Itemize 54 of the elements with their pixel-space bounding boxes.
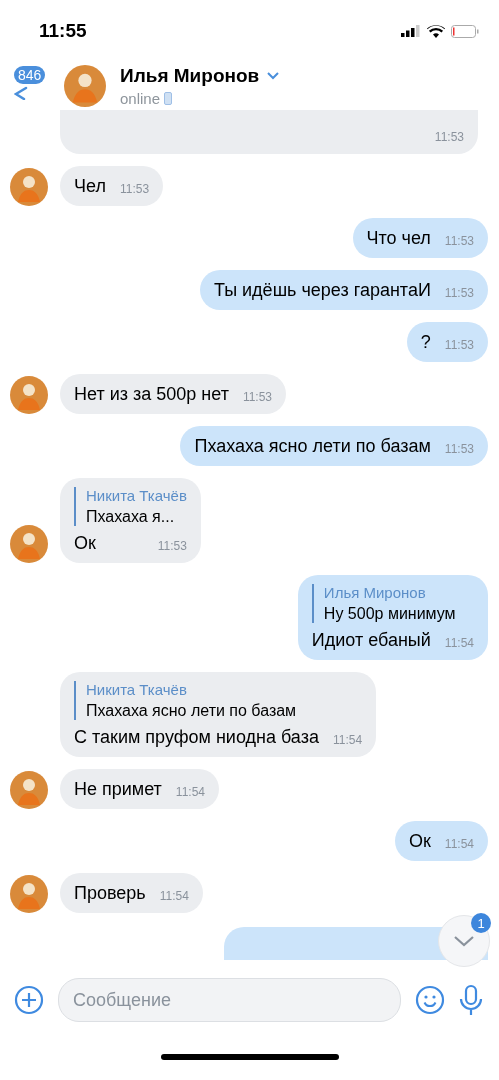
message-time: 11:53 xyxy=(444,338,474,353)
avatar[interactable] xyxy=(10,525,48,563)
scroll-down-button[interactable]: 1 xyxy=(438,915,490,967)
emoji-icon[interactable] xyxy=(415,985,445,1015)
message-time: 11:53 xyxy=(434,130,464,145)
contact-name[interactable]: Илья Миронов xyxy=(120,65,260,87)
status-time: 11:55 xyxy=(39,20,87,42)
message-text: Ты идёшь через гарантаИ xyxy=(213,279,431,301)
reply-text: Ну 500р минимум xyxy=(323,605,457,623)
message-time: 11:53 xyxy=(119,182,150,197)
message-text: Ок xyxy=(74,532,96,554)
message-text: Чел xyxy=(74,175,106,197)
message-text: Ок xyxy=(408,830,431,852)
message-input[interactable]: Сообщение xyxy=(58,978,401,1022)
message-text: Не примет xyxy=(74,778,162,800)
message-time: 11:54 xyxy=(332,733,363,748)
unread-count[interactable]: 846 xyxy=(14,66,46,84)
back-icon[interactable] xyxy=(14,86,28,100)
message-time: 11:53 xyxy=(444,442,474,457)
reply-author: Никита Ткачёв xyxy=(86,487,187,504)
avatar[interactable] xyxy=(10,875,48,913)
reply-text: Пхахаха ясно лети по базам xyxy=(86,702,298,720)
phone-icon xyxy=(164,92,173,105)
message-time: 11:54 xyxy=(444,636,474,651)
message-text: Пхахаха ясно лети по базам xyxy=(194,435,431,457)
message-time: 11:53 xyxy=(444,234,474,249)
unread-badge: 1 xyxy=(471,913,491,933)
microphone-icon[interactable] xyxy=(459,984,483,1016)
message-time: 11:54 xyxy=(159,889,189,904)
chevron-down-icon[interactable] xyxy=(267,72,280,80)
wifi-icon xyxy=(427,24,445,38)
message-text: С таким пруфом ниодна база xyxy=(74,726,319,748)
online-status: online xyxy=(120,90,161,107)
avatar[interactable] xyxy=(10,168,48,206)
message-text: ? xyxy=(420,331,431,353)
message-text: Проверь xyxy=(74,882,146,904)
chevron-down-icon[interactable] xyxy=(453,935,475,947)
message-text: Что чел xyxy=(366,227,431,249)
add-icon[interactable] xyxy=(14,985,44,1015)
message-time: 11:53 xyxy=(242,390,272,405)
message-time: 11:54 xyxy=(444,837,474,852)
message-time: 11:54 xyxy=(175,785,205,800)
avatar[interactable] xyxy=(10,771,48,809)
message-text: Идиот ебаный xyxy=(311,629,431,651)
message-time: 11:53 xyxy=(444,286,474,301)
reply-text: Пхахаха я... xyxy=(86,508,176,526)
avatar[interactable] xyxy=(10,376,48,414)
battery-icon xyxy=(451,24,479,38)
signal-icon xyxy=(401,25,421,37)
reply-author: Никита Ткачёв xyxy=(86,681,188,698)
message-text: Нет из за 500р нет xyxy=(74,383,229,405)
avatar[interactable] xyxy=(64,65,106,107)
reply-author: Илья Миронов xyxy=(323,584,427,601)
message-time: 11:53 xyxy=(157,539,187,554)
